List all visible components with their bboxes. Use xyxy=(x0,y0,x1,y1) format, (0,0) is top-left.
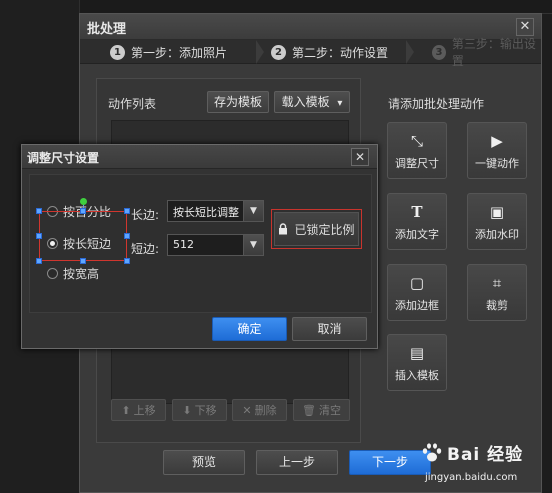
lock-icon xyxy=(279,223,288,235)
long-side-select[interactable]: 按长短比调整 ▼ xyxy=(167,200,264,222)
action-oneclick-label: 一键动作 xyxy=(475,157,519,170)
resize-dialog-titlebar: 调整尺寸设置 ✕ xyxy=(22,145,377,169)
resize-dialog-title: 调整尺寸设置 xyxy=(27,151,100,165)
action-add-border-label: 添加边框 xyxy=(395,299,439,312)
resize-icon: ⤡ xyxy=(410,132,423,150)
arrow-down-icon: ⬇ xyxy=(182,403,192,417)
clear-label: 清空 xyxy=(318,404,341,417)
action-insert-template-button[interactable]: ▤ 插入模板 xyxy=(387,334,447,391)
step-bar: 1 第一步：添加照片 2 第二步：动作设置 3 第三步：输出设置 xyxy=(80,37,541,68)
action-add-text-label: 添加文字 xyxy=(395,228,439,241)
ok-button[interactable]: 确定 xyxy=(212,317,287,341)
load-template-button[interactable]: 载入模板 ▾ xyxy=(274,91,350,113)
step-2: 2 第二步：动作设置 xyxy=(271,43,388,61)
border-icon: ▢ xyxy=(409,274,425,292)
action-add-watermark-button[interactable]: ▣ 添加水印 xyxy=(467,193,527,250)
long-side-label: 长边: xyxy=(131,208,160,222)
selection-handle xyxy=(36,258,42,264)
action-add-watermark-label: 添加水印 xyxy=(475,228,519,241)
step-2-label: 第二步：动作设置 xyxy=(292,45,389,60)
lock-ratio-label: 已锁定比例 xyxy=(294,222,355,237)
action-list-label: 动作列表 xyxy=(108,97,157,111)
step-separator xyxy=(256,40,264,64)
long-side-value: 按长短比调整 xyxy=(173,206,239,219)
baidu-jingyan-watermark: Bai 经验 xyxy=(420,440,523,465)
watermark-url: jingyan.baidu.com xyxy=(425,472,518,483)
delete-label: 删除 xyxy=(254,404,277,417)
short-side-input[interactable]: 512 ▼ xyxy=(167,234,264,256)
delete-button[interactable]: ✕ 删除 xyxy=(232,399,287,421)
action-crop-label: 裁剪 xyxy=(486,299,508,312)
lock-ratio-button[interactable]: 已锁定比例 xyxy=(274,212,359,246)
step-2-number: 2 xyxy=(271,44,286,60)
selection-handle xyxy=(80,258,86,264)
background-toolbar xyxy=(0,0,552,14)
action-add-border-button[interactable]: ▢ 添加边框 xyxy=(387,264,447,321)
trash-icon: 🗑 xyxy=(302,403,316,417)
clear-button[interactable]: 🗑 清空 xyxy=(293,399,350,421)
action-resize-label: 调整尺寸 xyxy=(395,157,439,170)
selection-highlight-box xyxy=(39,211,127,261)
move-up-button[interactable]: ⬆ 上移 xyxy=(111,399,166,421)
arrow-up-icon: ⬆ xyxy=(121,403,131,417)
move-down-button[interactable]: ⬇ 下移 xyxy=(172,399,227,421)
previous-step-button[interactable]: 上一步 xyxy=(256,450,338,475)
short-side-value: 512 xyxy=(173,238,194,251)
selection-handle xyxy=(124,233,130,239)
chevron-down-icon: ▾ xyxy=(337,98,343,109)
batch-close-button[interactable]: ✕ xyxy=(516,18,534,36)
action-crop-button[interactable]: ⌗ 裁剪 xyxy=(467,264,527,321)
selection-handle xyxy=(36,233,42,239)
move-up-label: 上移 xyxy=(133,404,156,417)
load-template-label: 载入模板 xyxy=(281,95,330,109)
play-icon: ▶ xyxy=(491,132,503,150)
selection-handle xyxy=(124,258,130,264)
batch-dialog-title: 批处理 xyxy=(87,22,127,37)
selection-handle xyxy=(124,208,130,214)
action-add-text-button[interactable]: T 添加文字 xyxy=(387,193,447,250)
action-oneclick-button[interactable]: ▶ 一键动作 xyxy=(467,122,527,179)
text-icon: T xyxy=(411,203,423,221)
short-side-label: 短边: xyxy=(131,242,160,256)
selection-handle xyxy=(36,208,42,214)
paw-logo-icon xyxy=(422,442,442,461)
step-1-number: 1 xyxy=(110,44,125,60)
action-insert-template-label: 插入模板 xyxy=(395,369,439,382)
option-width-height[interactable]: 按宽高 xyxy=(47,265,99,282)
step-3-label: 第三步：输出设置 xyxy=(451,37,536,68)
resize-close-button[interactable]: ✕ xyxy=(351,148,369,166)
step-3-number: 3 xyxy=(432,44,446,60)
delete-icon: ✕ xyxy=(242,403,252,417)
cancel-button[interactable]: 取消 xyxy=(292,317,367,341)
template-icon: ▤ xyxy=(409,344,425,362)
chevron-down-icon: ▼ xyxy=(243,235,263,255)
radio-width-height[interactable] xyxy=(47,268,58,279)
move-down-label: 下移 xyxy=(194,404,217,417)
chevron-down-icon: ▼ xyxy=(243,201,263,221)
preview-button[interactable]: 预览 xyxy=(163,450,245,475)
selection-handle xyxy=(80,208,86,214)
rotation-handle xyxy=(80,198,87,205)
step-separator xyxy=(406,40,414,64)
step-1-label: 第一步：添加照片 xyxy=(131,45,228,60)
watermark-text: Bai 经验 xyxy=(447,445,524,465)
option-width-height-label: 按宽高 xyxy=(63,267,100,281)
watermark-icon: ▣ xyxy=(489,203,505,221)
save-template-button[interactable]: 存为模板 xyxy=(207,91,269,113)
action-resize-button[interactable]: ⤡ 调整尺寸 xyxy=(387,122,447,179)
crop-icon: ⌗ xyxy=(492,274,502,292)
next-step-button[interactable]: 下一步 xyxy=(349,450,431,475)
step-1: 1 第一步：添加照片 xyxy=(110,43,227,61)
step-3: 3 第三步：输出设置 xyxy=(432,37,541,68)
add-action-label: 请添加批处理动作 xyxy=(388,97,485,111)
